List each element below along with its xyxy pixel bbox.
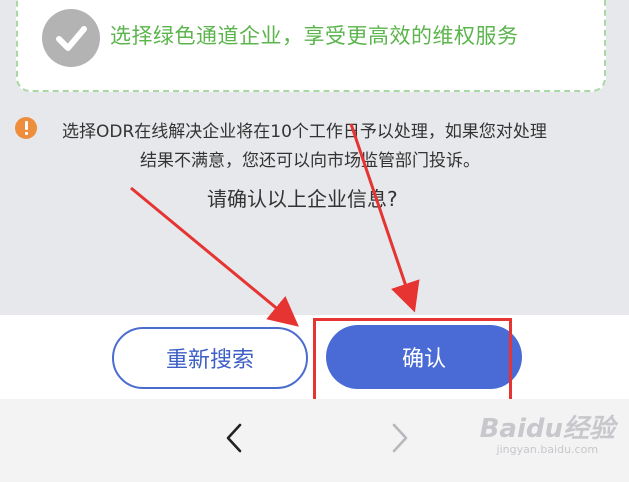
notice-text-line2: 结果不满意，您还可以向市场监管部门投诉。 <box>140 151 480 171</box>
notice-text-line1: 选择ODR在线解决企业将在10个工作日予以处理，如果您对处理 <box>62 122 547 142</box>
page: 选择绿色通道企业，享受更高效的维权服务 选择ODR在线解决企业将在10个工作日予… <box>0 0 629 482</box>
green-channel-option[interactable]: 选择绿色通道企业，享受更高效的维权服务 <box>16 0 606 92</box>
bottom-nav <box>0 399 629 482</box>
confirm-question: 请确认以上企业信息? <box>207 187 398 211</box>
research-button[interactable]: 重新搜索 <box>112 327 308 389</box>
button-bar: 重新搜索 确认 <box>0 315 629 399</box>
check-icon <box>42 9 100 67</box>
green-channel-text: 选择绿色通道企业，享受更高效的维权服务 <box>110 24 519 48</box>
confirm-button[interactable]: 确认 <box>326 325 522 389</box>
chevron-left-icon[interactable] <box>222 421 246 459</box>
warning-icon <box>15 117 37 139</box>
chevron-right-icon[interactable] <box>388 421 412 459</box>
